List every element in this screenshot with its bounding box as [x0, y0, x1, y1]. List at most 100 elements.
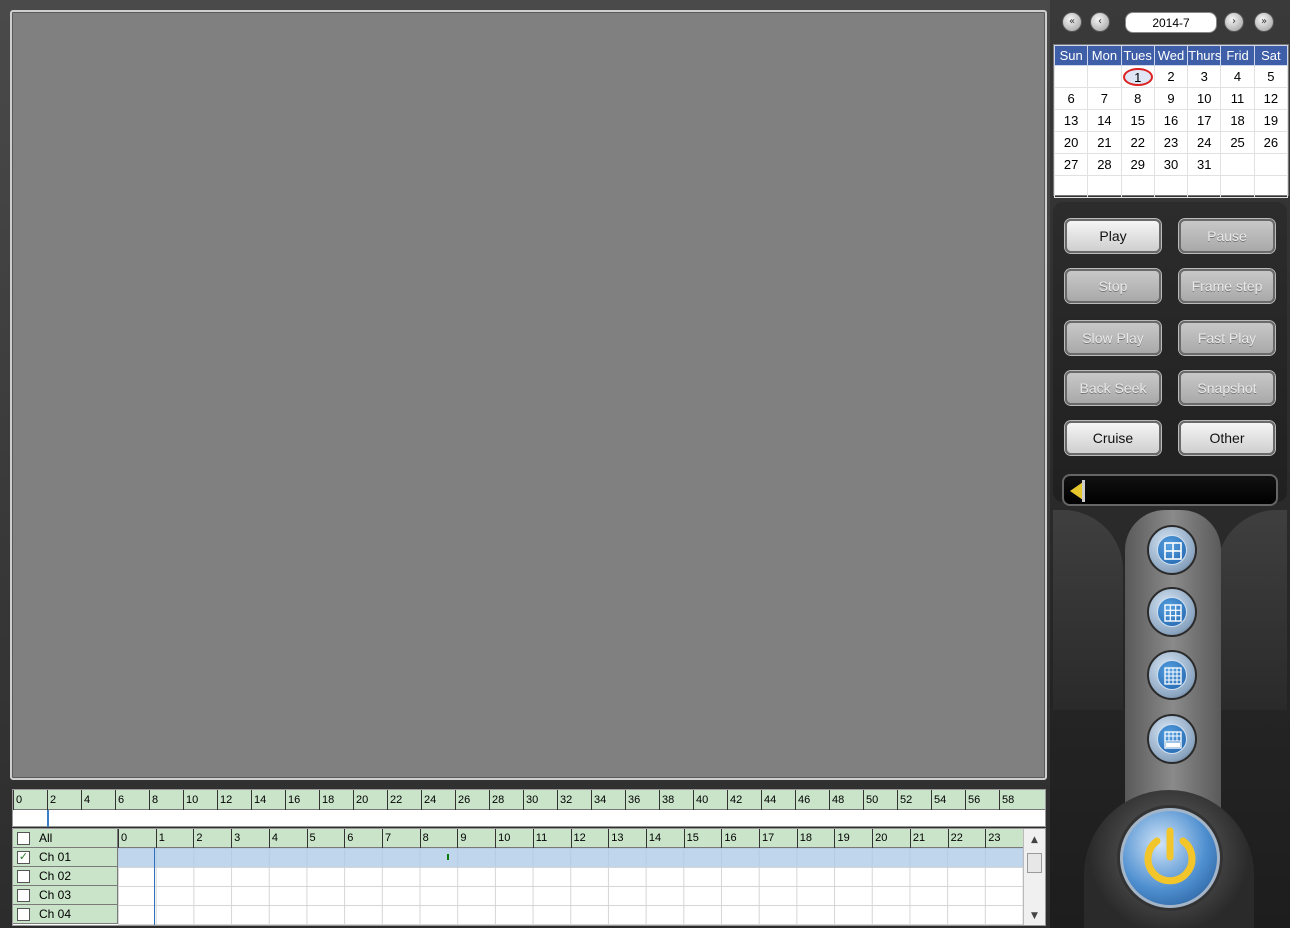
- hour-cursor[interactable]: [154, 848, 155, 925]
- calendar-day[interactable]: 22: [1120, 131, 1155, 154]
- hour-tick: 11: [532, 829, 547, 848]
- video-playback-area[interactable]: [10, 10, 1047, 780]
- checkbox-all[interactable]: [17, 832, 30, 845]
- calendar-nav: « ‹ 2014-7 › »: [1060, 12, 1280, 34]
- last-month-button[interactable]: »: [1254, 12, 1274, 32]
- calendar-day-number: 12: [1263, 91, 1279, 106]
- calendar-day[interactable]: 29: [1120, 153, 1155, 176]
- calendar-day[interactable]: 21: [1087, 131, 1122, 154]
- frame-step-button[interactable]: Frame step: [1179, 269, 1275, 303]
- volume-slider[interactable]: [1062, 474, 1278, 506]
- recording-marker[interactable]: [447, 854, 449, 860]
- calendar-day: [1053, 175, 1089, 198]
- calendar-week: 20 21 22 23 24 25 26: [1053, 131, 1289, 154]
- calendar-day[interactable]: 5: [1253, 65, 1289, 88]
- calendar-week: 12 3 4 5: [1053, 65, 1289, 88]
- calendar-day[interactable]: 12: [1253, 87, 1289, 110]
- pause-button[interactable]: Pause: [1179, 219, 1275, 253]
- channel-row-2[interactable]: Ch 02: [13, 867, 118, 886]
- calendar-day[interactable]: 25: [1220, 131, 1255, 154]
- hour-tick: 1: [155, 829, 165, 848]
- hour-tick: 0: [118, 829, 127, 848]
- checkbox-ch02[interactable]: [17, 870, 30, 883]
- hour-tick: 15: [683, 829, 699, 848]
- calendar-day[interactable]: 3: [1187, 65, 1222, 88]
- calendar-day[interactable]: 27: [1053, 153, 1089, 176]
- calendar-day[interactable]: 2: [1153, 65, 1189, 88]
- calendar-day[interactable]: 9: [1153, 87, 1189, 110]
- calendar-day[interactable]: 24: [1187, 131, 1222, 154]
- prev-month-button[interactable]: ‹: [1090, 12, 1110, 32]
- checkbox-ch01[interactable]: ✓: [17, 851, 30, 864]
- next-month-button[interactable]: ›: [1224, 12, 1244, 32]
- recording-grid[interactable]: [118, 848, 1023, 925]
- checkbox-ch03[interactable]: [17, 889, 30, 902]
- other-button[interactable]: Other: [1179, 421, 1275, 455]
- first-month-button[interactable]: «: [1062, 12, 1082, 32]
- calendar-day[interactable]: 19: [1253, 109, 1289, 132]
- channel-row-3[interactable]: Ch 03: [13, 886, 118, 905]
- hour-tick: 20: [872, 829, 887, 848]
- layout-4-button[interactable]: [1147, 525, 1197, 575]
- power-button[interactable]: [1120, 808, 1220, 908]
- channel-row-1[interactable]: ✓ Ch 01: [13, 848, 118, 867]
- calendar-day[interactable]: 28: [1087, 153, 1122, 176]
- calendar-day[interactable]: 15: [1120, 109, 1155, 132]
- calendar-week: 27 28 29 30 31: [1053, 153, 1289, 176]
- minute-cursor[interactable]: [47, 810, 49, 827]
- channel-all-row[interactable]: All: [13, 829, 118, 848]
- minute-tick: 0: [13, 790, 22, 810]
- calendar-day[interactable]: 13: [1053, 109, 1089, 132]
- hour-tick: 14: [645, 829, 661, 848]
- channel-row-4[interactable]: Ch 04: [13, 905, 118, 924]
- cruise-button[interactable]: Cruise: [1065, 421, 1161, 455]
- calendar-day[interactable]: 18: [1220, 109, 1255, 132]
- minute-timeline[interactable]: 0 2 4 6 8 10 12 14 16 18 20 22 24 26 28 30 32 34 36 38 40 42 4…: [12, 789, 1046, 827]
- checkbox-ch04[interactable]: [17, 908, 30, 921]
- calendar-day[interactable]: 7: [1087, 87, 1122, 110]
- calendar-day[interactable]: 31: [1187, 153, 1222, 176]
- calendar-day[interactable]: 16: [1153, 109, 1189, 132]
- scroll-thumb[interactable]: [1027, 853, 1042, 873]
- calendar-day[interactable]: 23: [1153, 131, 1189, 154]
- grid-2x2-icon: [1157, 535, 1187, 565]
- minute-tick: 36: [625, 790, 640, 810]
- layout-16-button[interactable]: [1147, 650, 1197, 700]
- scroll-down-icon[interactable]: ▼: [1024, 907, 1045, 925]
- hour-tick: 13: [608, 829, 623, 848]
- vertical-scrollbar[interactable]: ▲ ▼: [1023, 829, 1045, 925]
- hour-tick: 8: [419, 829, 429, 848]
- calendar-day[interactable]: 10: [1187, 87, 1222, 110]
- panel-shoulder-right: [1217, 510, 1287, 710]
- minute-tick: 24: [421, 790, 436, 810]
- calendar-day[interactable]: 6: [1053, 87, 1089, 110]
- hour-tick: 18: [796, 829, 812, 848]
- layout-all-button[interactable]: [1147, 714, 1197, 764]
- volume-handle[interactable]: [1082, 480, 1085, 502]
- hour-tick: 21: [909, 829, 925, 848]
- slow-play-button[interactable]: Slow Play: [1065, 321, 1161, 355]
- calendar-day[interactable]: 26: [1253, 131, 1289, 154]
- layout-9-button[interactable]: [1147, 587, 1197, 637]
- fast-play-button[interactable]: Fast Play: [1179, 321, 1275, 355]
- calendar-day[interactable]: 17: [1187, 109, 1222, 132]
- calendar-day[interactable]: 11: [1220, 87, 1255, 110]
- calendar-day[interactable]: 20: [1053, 131, 1089, 154]
- back-seek-button[interactable]: Back Seek: [1065, 371, 1161, 405]
- hour-scale: 0 1 2 3 4 5 6 7 8 9 10 11 12 13 14 15 16 17 18 19 20 21 22 23: [118, 829, 1023, 848]
- calendar-day[interactable]: 1: [1120, 65, 1155, 88]
- calendar-day[interactable]: 14: [1087, 109, 1122, 132]
- channel-timeline-grid: All ✓ Ch 01 Ch 02 Ch 03 Ch 04 0123456789…: [12, 828, 1046, 926]
- calendar-day-number: 31: [1197, 157, 1212, 172]
- minute-tick: 50: [863, 790, 878, 810]
- calendar-day[interactable]: 30: [1153, 153, 1189, 176]
- snapshot-button[interactable]: Snapshot: [1179, 371, 1275, 405]
- minute-tick: 18: [319, 790, 334, 810]
- scroll-up-icon[interactable]: ▲: [1024, 831, 1045, 849]
- calendar-week: 6 7 8 9 10 11 12: [1053, 87, 1289, 110]
- calendar-day[interactable]: 4: [1220, 65, 1255, 88]
- calendar-day[interactable]: 8: [1120, 87, 1155, 110]
- hour-tick: 9: [457, 829, 467, 848]
- stop-button[interactable]: Stop: [1065, 269, 1161, 303]
- play-button[interactable]: Play: [1065, 219, 1161, 253]
